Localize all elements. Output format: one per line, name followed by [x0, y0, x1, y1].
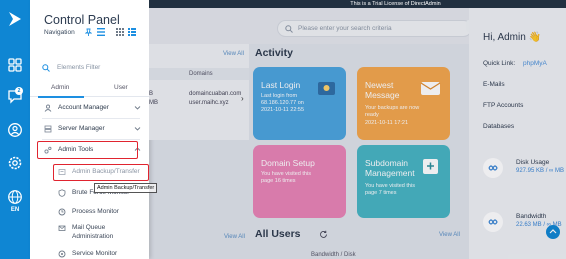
divider [42, 139, 140, 140]
login-illustration-icon [318, 82, 335, 95]
submenu-label: Service Monitor [72, 250, 118, 257]
bandwidth-disk-column-header: Bandwidth / Disk [311, 252, 356, 258]
quick-link-value[interactable]: phpMyA [523, 60, 547, 67]
highlight-box-admin-tools [37, 141, 138, 159]
active-tab-indicator [38, 96, 84, 98]
activity-title: Activity [255, 47, 293, 59]
global-search[interactable]: Please enter your search criteria [277, 20, 472, 37]
user-icon[interactable] [7, 122, 23, 138]
tile-subtitle: You have visited this page 7 times [365, 183, 415, 196]
menu-server-manager[interactable]: Server Manager [30, 121, 149, 137]
disk-usage-label: Disk Usage [516, 159, 550, 166]
chevron-right-icon[interactable]: › [241, 94, 244, 103]
view-all-users-link[interactable]: View All [439, 232, 460, 238]
view-all-link[interactable]: View All [223, 51, 244, 57]
messages-badge: 2 [15, 87, 23, 95]
filter-placeholder[interactable]: Elements Filter [57, 64, 100, 71]
admin-user-tabs: Admin User [30, 81, 149, 97]
chevron-down-icon [134, 127, 141, 131]
tile-subtitle: Last login from 68.186.120.77 on 2021-10… [261, 93, 305, 113]
search-icon [42, 64, 50, 72]
bandwidth-label: Bandwidth [516, 213, 547, 220]
tab-user[interactable]: User [114, 84, 128, 91]
search-placeholder[interactable]: Please enter your search criteria [298, 25, 392, 32]
ftp-accounts-label: FTP Accounts [483, 102, 524, 109]
compact-view-icon[interactable] [127, 27, 137, 37]
tile-timestamp: 2021-10-11 17:21 [365, 120, 409, 126]
list-view-icon[interactable] [96, 27, 106, 37]
dashboard-icon[interactable] [7, 57, 23, 73]
globe-icon[interactable] [7, 189, 23, 205]
language-selector[interactable]: EN [0, 207, 30, 213]
tooltip: Admin Backup/Transfer [94, 183, 158, 193]
menu-label: Account Manager [58, 104, 109, 111]
tile-title: Last Login [261, 80, 301, 90]
view-all-link[interactable]: View All [224, 234, 245, 240]
message-illustration-icon [420, 82, 441, 95]
table-cell[interactable]: domaincuaban.com [189, 91, 241, 97]
refresh-icon[interactable] [319, 230, 328, 239]
quick-link-label: Quick Link: [483, 60, 516, 67]
directadmin-logo-icon[interactable] [6, 10, 24, 28]
navigation-label: Navigation [44, 29, 75, 36]
tile-title: Domain Setup [261, 158, 315, 168]
domains-column-header: Domains [189, 71, 213, 77]
subdomain-illustration-icon [423, 159, 438, 174]
domains-card: View All Domains B domaincuaban.com MB u… [149, 44, 249, 140]
settings-icon[interactable] [7, 155, 23, 171]
disk-usage-icon [483, 158, 503, 178]
databases-label: Databases [483, 123, 515, 130]
tile-subdomain-management[interactable]: Subdomain Management You have visited th… [357, 145, 450, 218]
table-cell: MB [149, 100, 158, 106]
trial-banner-text: This is a Trial License of DirectAdmin [350, 1, 441, 7]
divider [42, 118, 140, 119]
navigation-panel: Control Panel Navigation Elements Filter… [30, 0, 149, 259]
table-cell[interactable]: user.maihc.xyz [189, 100, 229, 106]
pin-icon[interactable] [85, 28, 92, 36]
elements-filter[interactable]: Elements Filter [42, 62, 140, 74]
main-content: This is a Trial License of DirectAdmin P… [149, 0, 566, 259]
search-icon [285, 25, 293, 33]
grid-view-icon[interactable] [115, 27, 125, 37]
process-icon [58, 208, 66, 216]
table-cell: B [149, 91, 154, 97]
tile-newest-message[interactable]: Newest Message Your backups are now read… [357, 67, 450, 140]
account-icon [44, 104, 52, 112]
submenu-label: Process Monitor [72, 208, 119, 215]
server-icon [44, 125, 52, 133]
expand-button[interactable] [546, 225, 560, 239]
menu-account-manager[interactable]: Account Manager [30, 100, 149, 116]
tile-subtitle: Your backups are now ready [365, 105, 420, 118]
greeting: Hi, Admin 👋 [483, 32, 542, 43]
emails-label: E-Mails [483, 81, 505, 88]
highlight-box-admin-backup [53, 164, 149, 181]
mail-icon [58, 225, 66, 231]
shield-icon [58, 189, 66, 197]
trial-banner: This is a Trial License of DirectAdmin [149, 0, 566, 8]
tile-title: Newest Message [365, 80, 400, 100]
disk-usage-value: 927.95 KB / ∞ MB [516, 168, 564, 174]
panel-title: Control Panel [44, 13, 120, 27]
app-rail: 2 EN [0, 0, 30, 259]
menu-label: Server Manager [58, 125, 105, 132]
bandwidth-icon [483, 212, 503, 232]
tile-domain-setup[interactable]: Domain Setup You have visited this page … [253, 145, 346, 218]
tile-last-login[interactable]: Last Login Last login from 68.186.120.77… [253, 67, 346, 140]
all-users-title: All Users [255, 228, 301, 240]
chevron-down-icon [134, 106, 141, 110]
account-summary-panel: Hi, Admin 👋 Quick Link: phpMyA E-Mails F… [469, 8, 566, 259]
tab-admin[interactable]: Admin [51, 84, 69, 91]
submenu-label: Mail Queue Administration [72, 224, 114, 240]
service-icon [58, 250, 66, 258]
tile-subtitle: You have visited this page 16 times [261, 171, 311, 184]
